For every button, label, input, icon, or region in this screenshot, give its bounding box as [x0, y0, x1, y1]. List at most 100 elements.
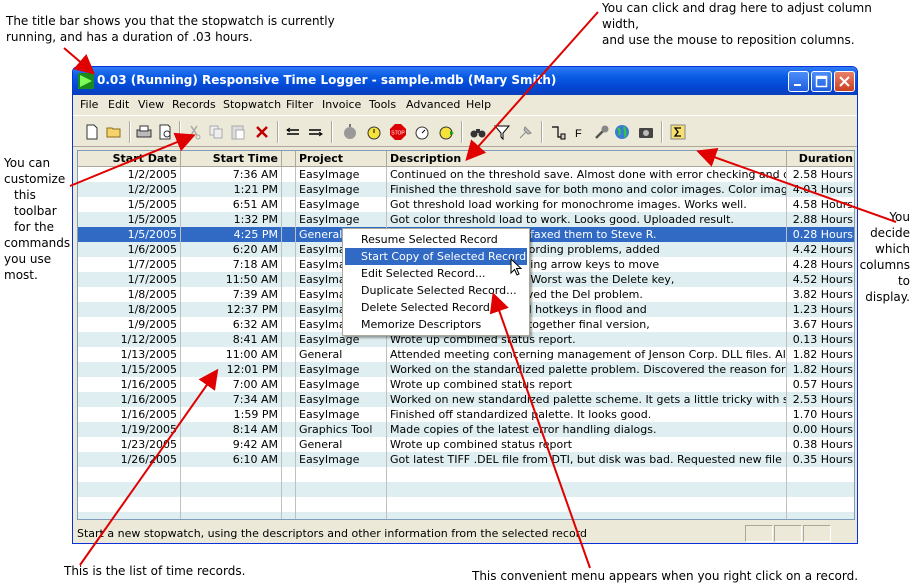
cell-project: EasyImage: [299, 168, 360, 181]
font-icon[interactable]: F: [571, 123, 589, 141]
cell-time: 8:41 AM: [232, 333, 278, 346]
tools-icon[interactable]: [593, 123, 611, 141]
camera-icon[interactable]: [637, 123, 655, 141]
stopwatch-gray-icon[interactable]: [341, 123, 359, 141]
maximize-button[interactable]: [811, 71, 832, 92]
sigma-icon[interactable]: [669, 123, 687, 141]
menu-view[interactable]: View: [138, 98, 164, 111]
cell-time: 11:00 AM: [225, 348, 278, 361]
menu-item-delete[interactable]: Delete Selected Record: [345, 299, 527, 316]
cell-time: 9:42 AM: [232, 438, 278, 451]
minimize-button[interactable]: [788, 71, 809, 92]
menu-invoice[interactable]: Invoice: [322, 98, 361, 111]
cell-time: 6:20 AM: [232, 243, 278, 256]
table-row[interactable]: 1/5/2005 6:51 AM EasyImage Got threshold lo…: [78, 197, 854, 212]
menu-filter[interactable]: Filter: [286, 98, 313, 111]
menu-edit[interactable]: Edit: [108, 98, 129, 111]
filter-icon[interactable]: [493, 123, 511, 141]
delete-icon[interactable]: [253, 123, 271, 141]
cell-date: 1/13/2005: [120, 348, 177, 361]
stop-icon[interactable]: STOP: [389, 123, 407, 141]
cell-project: Graphics Tool: [299, 423, 373, 436]
cell-date: 1/26/2005: [120, 453, 177, 466]
cell-desc: Made copies of the latest error handling…: [390, 423, 657, 436]
cut-icon[interactable]: [185, 123, 203, 141]
globe-icon[interactable]: [613, 123, 631, 141]
column-header-spacer[interactable]: [282, 151, 296, 167]
table-row[interactable]: 1/15/2005 12:01 PM EasyImage Worked on the …: [78, 362, 854, 377]
table-row[interactable]: 1/2/2005 1:21 PM EasyImage Finished the thr…: [78, 182, 854, 197]
stopwatch-pause-icon[interactable]: [413, 123, 431, 141]
column-header-duration[interactable]: Duration: [787, 151, 854, 167]
binoculars-icon[interactable]: [469, 123, 487, 141]
table-row[interactable]: 1/13/2005 11:00 AM General Attended meeting…: [78, 347, 854, 362]
cell-desc: Got threshold load working for monochrom…: [390, 198, 747, 211]
mouse-cursor-icon: [510, 258, 523, 276]
menu-item-resume[interactable]: Resume Selected Record: [345, 231, 527, 248]
table-row[interactable]: 1/16/2005 7:34 AM EasyImage Worked on new s…: [78, 392, 854, 407]
menu-item-memorize[interactable]: Memorize Descriptors: [345, 316, 527, 333]
table-row[interactable]: 1/23/2005 9:42 AM General Wrote up combined…: [78, 437, 854, 452]
menu-tools[interactable]: Tools: [369, 98, 396, 111]
menu-help[interactable]: Help: [466, 98, 491, 111]
outdent-icon[interactable]: [307, 123, 325, 141]
cell-date: 1/16/2005: [120, 393, 177, 406]
table-row[interactable]: 1/16/2005 1:59 PM EasyImage Finished off st…: [78, 407, 854, 422]
cell-dur: 0.38 Hours: [792, 438, 853, 451]
svg-text:STOP: STOP: [391, 131, 405, 137]
menu-item-edit[interactable]: Edit Selected Record...: [345, 265, 527, 282]
callout-toolbar: You can customize this toolbar for the c…: [4, 156, 71, 282]
callout-list: This is the list of time records.: [64, 564, 246, 578]
print-icon[interactable]: [135, 123, 153, 141]
cell-dur: 3.82 Hours: [792, 288, 853, 301]
cell-time: 11:50 AM: [225, 273, 278, 286]
cell-project: EasyImage: [299, 393, 360, 406]
menu-item-duplicate[interactable]: Duplicate Selected Record...: [345, 282, 527, 299]
paste-icon[interactable]: [229, 123, 247, 141]
report-icon[interactable]: [549, 123, 567, 141]
stopwatch-start-icon[interactable]: [365, 123, 383, 141]
grid-line: [295, 167, 296, 519]
column-header-project[interactable]: Project: [296, 151, 387, 167]
column-header-start-time[interactable]: Start Time: [181, 151, 282, 167]
close-button[interactable]: [834, 71, 855, 92]
cell-dur: 0.57 Hours: [792, 378, 853, 391]
table-row[interactable]: 1/26/2005 6:10 AM EasyImage Got latest TIFF…: [78, 452, 854, 467]
table-row[interactable]: 1/16/2005 7:00 AM EasyImage Wrote up combin…: [78, 377, 854, 392]
callout-title-bar: The title bar shows you that the stopwat…: [6, 14, 335, 44]
indent-icon[interactable]: [285, 123, 303, 141]
cell-desc: Worked on the standardized palette probl…: [390, 363, 786, 376]
cell-dur: 4.28 Hours: [792, 258, 853, 271]
toolbar-separator: [661, 121, 663, 143]
status-panel: [803, 525, 831, 542]
cell-time: 4:25 PM: [233, 228, 278, 241]
table-row[interactable]: 1/5/2005 1:32 PM EasyImage Got color thresh…: [78, 212, 854, 227]
pin-icon[interactable]: [517, 123, 535, 141]
cell-time: 8:14 AM: [232, 423, 278, 436]
table-row[interactable]: 1/2/2005 7:36 AM EasyImage Continued on the…: [78, 167, 854, 182]
table-row[interactable]: 1/19/2005 8:14 AM Graphics Tool Made copies…: [78, 422, 854, 437]
menu-advanced[interactable]: Advanced: [406, 98, 460, 111]
copy-icon[interactable]: [207, 123, 225, 141]
menu-stopwatch[interactable]: Stopwatch: [223, 98, 281, 111]
cell-date: 1/5/2005: [127, 228, 177, 241]
cell-time: 6:32 AM: [232, 318, 278, 331]
grid-line: [786, 167, 787, 519]
cell-time: 12:01 PM: [226, 363, 278, 376]
menu-records[interactable]: Records: [172, 98, 216, 111]
menu-file[interactable]: File: [80, 98, 98, 111]
minimize-icon: [794, 84, 801, 86]
cell-dur: 1.23 Hours: [792, 303, 853, 316]
print-preview-icon[interactable]: [157, 123, 175, 141]
cell-dur: 1.70 Hours: [792, 408, 853, 421]
column-header-description[interactable]: Description: [387, 151, 787, 167]
cell-dur: 2.88 Hours: [792, 213, 853, 226]
open-icon[interactable]: [105, 123, 123, 141]
menu-item-start-copy[interactable]: Start Copy of Selected Record: [345, 248, 527, 265]
cell-dur: 1.82 Hours: [792, 348, 853, 361]
title-bar[interactable]: 0.03 (Running) Responsive Time Logger - …: [73, 67, 857, 95]
stopwatch-resume-icon[interactable]: [437, 123, 455, 141]
cell-project: EasyImage: [299, 378, 360, 391]
column-header-start-date[interactable]: Start Date: [78, 151, 181, 167]
new-icon[interactable]: [83, 123, 101, 141]
